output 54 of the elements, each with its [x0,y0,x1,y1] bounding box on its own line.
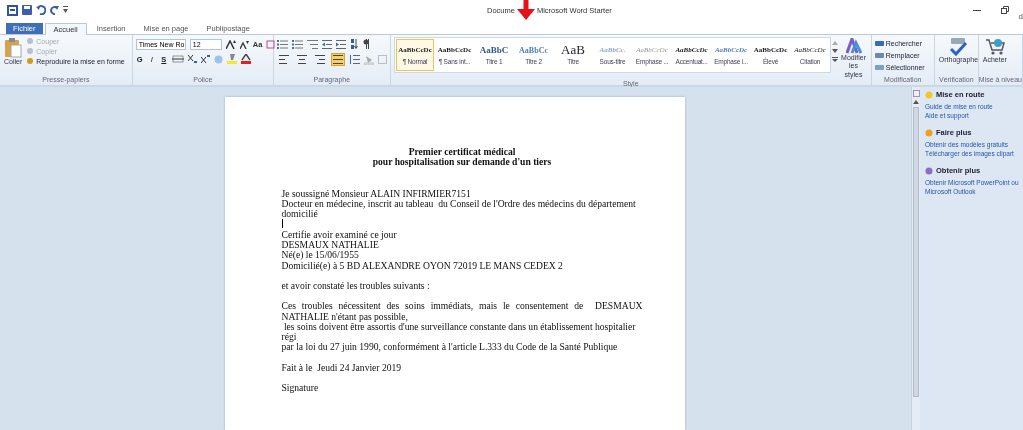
account-name: d [1018,12,1023,21]
document-text-line: domicilié [281,209,319,220]
spelling-check-icon [948,38,969,56]
scroll-up-icon[interactable] [913,100,919,104]
document-text-line: NATHALIE n'étant pas possible, [281,311,409,322]
scroll-down-icon[interactable] [832,49,839,53]
clear-formatting-icon[interactable] [266,40,276,49]
redo-icon[interactable] [50,5,59,15]
document-text-line: Je soussigné Monsieur ALAIN INFIRMIER7151 [281,188,472,199]
sort-icon[interactable] [349,39,359,49]
document-text-line: Né(e) le 15/06/1955 [281,250,360,261]
align-button[interactable] [330,53,345,66]
document-text-line: régi [281,332,297,343]
document-text-line: Ces troubles nécessitent des soins immédiats, mais le consentement de DESMAUX [281,301,643,312]
show-marks-icon[interactable] [362,39,370,49]
letters-icon [845,38,862,54]
align-button[interactable] [312,53,327,66]
document-text-line: Domicilié(e) à 5 BD ALEXANDRE OYON 72019 LE MANS CEDEX 2 [281,260,564,271]
scrollbar-thumb[interactable] [913,107,919,397]
align-button[interactable] [294,53,309,66]
ruler-toggle-icon[interactable] [912,90,920,97]
document-text-line: Certifie avoir examiné ce jour [281,229,398,241]
bullet-list-icon[interactable] [276,39,288,49]
shrink-font-icon[interactable] [239,40,249,49]
undo-icon[interactable] [36,5,46,15]
document-text-line: par la loi du 27 juin 1990, conformément à l'article L.333 du Code de la Santé Publique [281,342,619,353]
clipboard-icon [4,38,23,58]
document-text-line: et avoir constaté les troubles suivants : [281,280,431,292]
save-icon[interactable] [22,5,32,15]
numbered-list-icon[interactable] [291,39,303,49]
restore-icon[interactable] [1001,6,1009,14]
scrollbar[interactable] [911,87,920,430]
document-text-line: les soins doivent être assortis d'une surveillance constante dans un établissement hospitalier [282,321,637,333]
align-button[interactable] [276,53,291,66]
line-spacing-icon[interactable] [348,55,360,64]
document-text-line: Signature [281,383,320,394]
decrease-indent-icon[interactable] [321,39,332,49]
more-icon[interactable] [832,57,839,62]
strikethrough-icon[interactable] [171,55,184,63]
superscript-icon[interactable] [200,55,210,63]
document-text-line: Docteur en médecine, inscrit au tableau du Conseil de l'Ordre des médecins du département [281,198,637,210]
text-cursor [281,219,283,229]
document-title: Premier certificat médical [407,147,517,158]
subscript-icon[interactable] [187,55,197,63]
word-logo-icon[interactable] [7,4,18,16]
arrow-icon [516,0,535,20]
customize-menu-icon[interactable] [63,6,68,14]
font-color-icon[interactable] [240,54,251,64]
document-title: pour hospitalisation sur demande d'un tiers [371,157,553,168]
increase-indent-icon[interactable] [335,39,346,49]
document-text-line: DESMAUX NATHALIE [281,240,380,251]
grow-font-icon[interactable] [225,40,236,49]
document-text-line: Fait à le Jeudi 24 Janvier 2019 [281,362,403,374]
multilevel-list-icon[interactable] [306,39,318,49]
